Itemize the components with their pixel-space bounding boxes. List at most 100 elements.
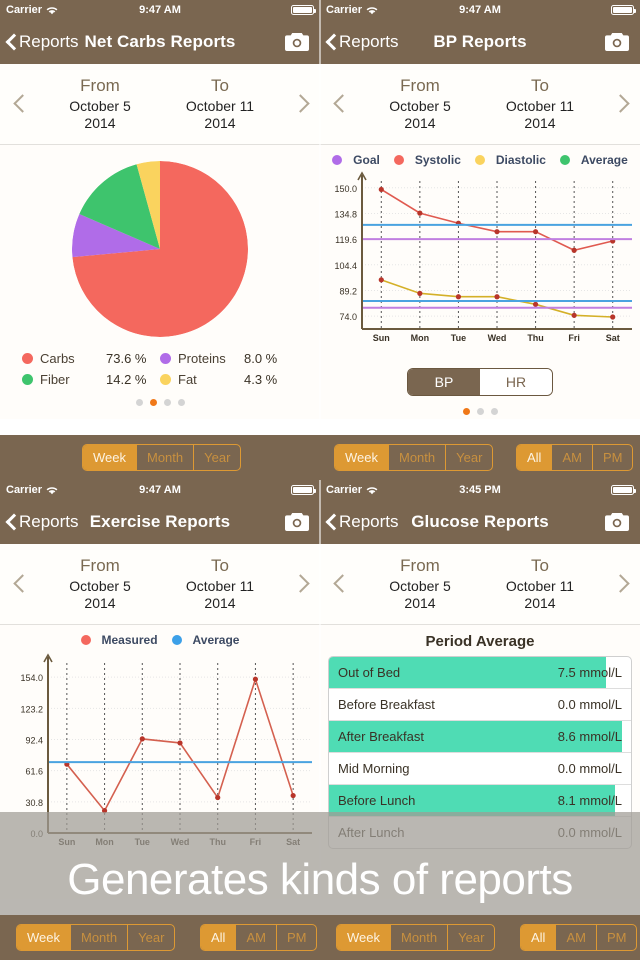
- period-value: 7.5 mmol/L: [557, 665, 622, 680]
- segment-week[interactable]: Week: [337, 925, 391, 950]
- to-date: October 11: [505, 97, 575, 114]
- segmented-control[interactable]: All AM PM: [520, 924, 638, 951]
- from-date: October 5: [69, 97, 131, 114]
- table-row[interactable]: Mid Morning 0.0 mmol/L: [329, 753, 631, 785]
- segmented-control[interactable]: Week Month Year: [336, 924, 496, 951]
- status-battery: [611, 5, 636, 15]
- segment-month[interactable]: Month: [71, 925, 129, 950]
- toggle-option-bp[interactable]: BP: [408, 369, 480, 395]
- page-dot[interactable]: [476, 408, 484, 415]
- page-dot[interactable]: [462, 408, 470, 415]
- page-indicator[interactable]: [0, 387, 320, 406]
- svg-text:Thu: Thu: [527, 333, 544, 343]
- segment-pm[interactable]: PM: [597, 925, 636, 950]
- chevron-right-icon: [294, 93, 307, 115]
- legend-item: Carbs 73.6 %: [22, 351, 160, 366]
- table-row[interactable]: Before Breakfast 0.0 mmol/L: [329, 689, 631, 721]
- legend-color-dot: [22, 353, 33, 364]
- segment-month[interactable]: Month: [391, 925, 449, 950]
- to-date: October 11: [185, 577, 255, 594]
- from-date-field[interactable]: From October 5 2014: [40, 556, 160, 613]
- segment-am[interactable]: AM: [552, 445, 593, 470]
- next-period-button[interactable]: [280, 93, 320, 115]
- from-year: 2014: [404, 115, 436, 131]
- from-label: From: [400, 75, 440, 95]
- bp-hr-toggle[interactable]: BP HR: [320, 362, 640, 396]
- period-label: Before Breakfast: [338, 697, 435, 712]
- segment-am[interactable]: AM: [236, 925, 277, 950]
- toggle-option-hr[interactable]: HR: [480, 369, 552, 395]
- segmented-control[interactable]: All AM PM: [200, 924, 318, 951]
- segment-all[interactable]: All: [517, 445, 553, 470]
- segmented-control[interactable]: All AM PM: [516, 444, 634, 471]
- table-row[interactable]: After Breakfast 8.6 mmol/L: [329, 721, 631, 753]
- camera-icon[interactable]: [284, 32, 310, 52]
- page-dot[interactable]: [135, 399, 143, 406]
- from-date-field[interactable]: From October 5 2014: [40, 76, 160, 133]
- legend-color-dot: [393, 155, 404, 165]
- segment-week[interactable]: Week: [83, 445, 137, 470]
- segment-am[interactable]: AM: [556, 925, 597, 950]
- to-date: October 11: [505, 577, 575, 594]
- from-date-field[interactable]: From October 5 2014: [360, 556, 480, 613]
- screen-net-carbs: Carrier 9:47 AM Reports Net Carbs Report…: [0, 0, 320, 480]
- period-value: 8.1 mmol/L: [557, 793, 622, 808]
- page-title: Net Carbs Reports: [84, 32, 236, 51]
- segment-pm[interactable]: PM: [277, 925, 316, 950]
- legend-item: Proteins 8.0 %: [160, 351, 298, 366]
- segmented-control[interactable]: Week Month Year: [16, 924, 176, 951]
- camera-icon[interactable]: [604, 512, 630, 532]
- date-range-selector: From October 5 2014 To October 11 2014: [320, 544, 640, 625]
- segmented-control[interactable]: Week Month Year: [82, 444, 242, 471]
- segment-all[interactable]: All: [201, 925, 237, 950]
- svg-text:30.8: 30.8: [25, 798, 43, 808]
- segment-pm[interactable]: PM: [593, 445, 632, 470]
- prev-period-button[interactable]: [0, 573, 40, 595]
- to-date-field[interactable]: To October 11 2014: [480, 556, 600, 613]
- prev-period-button[interactable]: [320, 93, 360, 115]
- svg-text:134.8: 134.8: [334, 209, 357, 219]
- segmented-control[interactable]: Week Month Year: [334, 444, 494, 471]
- to-label: To: [211, 75, 229, 95]
- legend-color-dot: [80, 635, 91, 645]
- segment-year[interactable]: Year: [128, 925, 174, 950]
- segment-week[interactable]: Week: [335, 445, 389, 470]
- to-year: 2014: [524, 595, 556, 611]
- page-title: BP Reports: [433, 32, 527, 51]
- net-carbs-pie-chart[interactable]: [72, 161, 248, 337]
- date-range-selector: From October 5 2014 To October 11 2014: [0, 544, 320, 625]
- prev-period-button[interactable]: [320, 573, 360, 595]
- status-bar: Carrier 9:47 AM: [0, 480, 320, 500]
- legend-label: Fiber: [40, 372, 70, 387]
- to-date-field[interactable]: To October 11 2014: [160, 76, 280, 133]
- to-date-field[interactable]: To October 11 2014: [160, 556, 280, 613]
- legend-item: Fiber 14.2 %: [22, 372, 160, 387]
- tagline-text: Generates kinds of reports: [67, 855, 573, 904]
- segment-week[interactable]: Week: [17, 925, 71, 950]
- legend-color-dot: [160, 374, 171, 385]
- table-row[interactable]: Out of Bed 7.5 mmol/L: [329, 657, 631, 689]
- bp-line-chart[interactable]: 74.0 89.2 104.4 119.6 134.8 150.0 Sun Mon Tue Wed…: [320, 167, 640, 357]
- segment-year[interactable]: Year: [446, 445, 492, 470]
- segment-month[interactable]: Month: [137, 445, 195, 470]
- svg-text:61.6: 61.6: [25, 767, 43, 777]
- prev-period-button[interactable]: [0, 93, 40, 115]
- next-period-button[interactable]: [600, 573, 640, 595]
- camera-icon[interactable]: [604, 32, 630, 52]
- page-dot[interactable]: [149, 399, 157, 406]
- segment-year[interactable]: Year: [448, 925, 494, 950]
- page-dot[interactable]: [490, 408, 498, 415]
- page-dot[interactable]: [177, 399, 185, 406]
- chevron-right-icon: [614, 573, 627, 595]
- segment-year[interactable]: Year: [194, 445, 240, 470]
- from-date-field[interactable]: From October 5 2014: [360, 76, 480, 133]
- segment-all[interactable]: All: [521, 925, 557, 950]
- page-dot[interactable]: [163, 399, 171, 406]
- page-indicator[interactable]: [320, 396, 640, 415]
- legend-item: Goal: [332, 153, 380, 167]
- camera-icon[interactable]: [284, 512, 310, 532]
- to-date-field[interactable]: To October 11 2014: [480, 76, 600, 133]
- segment-month[interactable]: Month: [389, 445, 447, 470]
- next-period-button[interactable]: [600, 93, 640, 115]
- next-period-button[interactable]: [280, 573, 320, 595]
